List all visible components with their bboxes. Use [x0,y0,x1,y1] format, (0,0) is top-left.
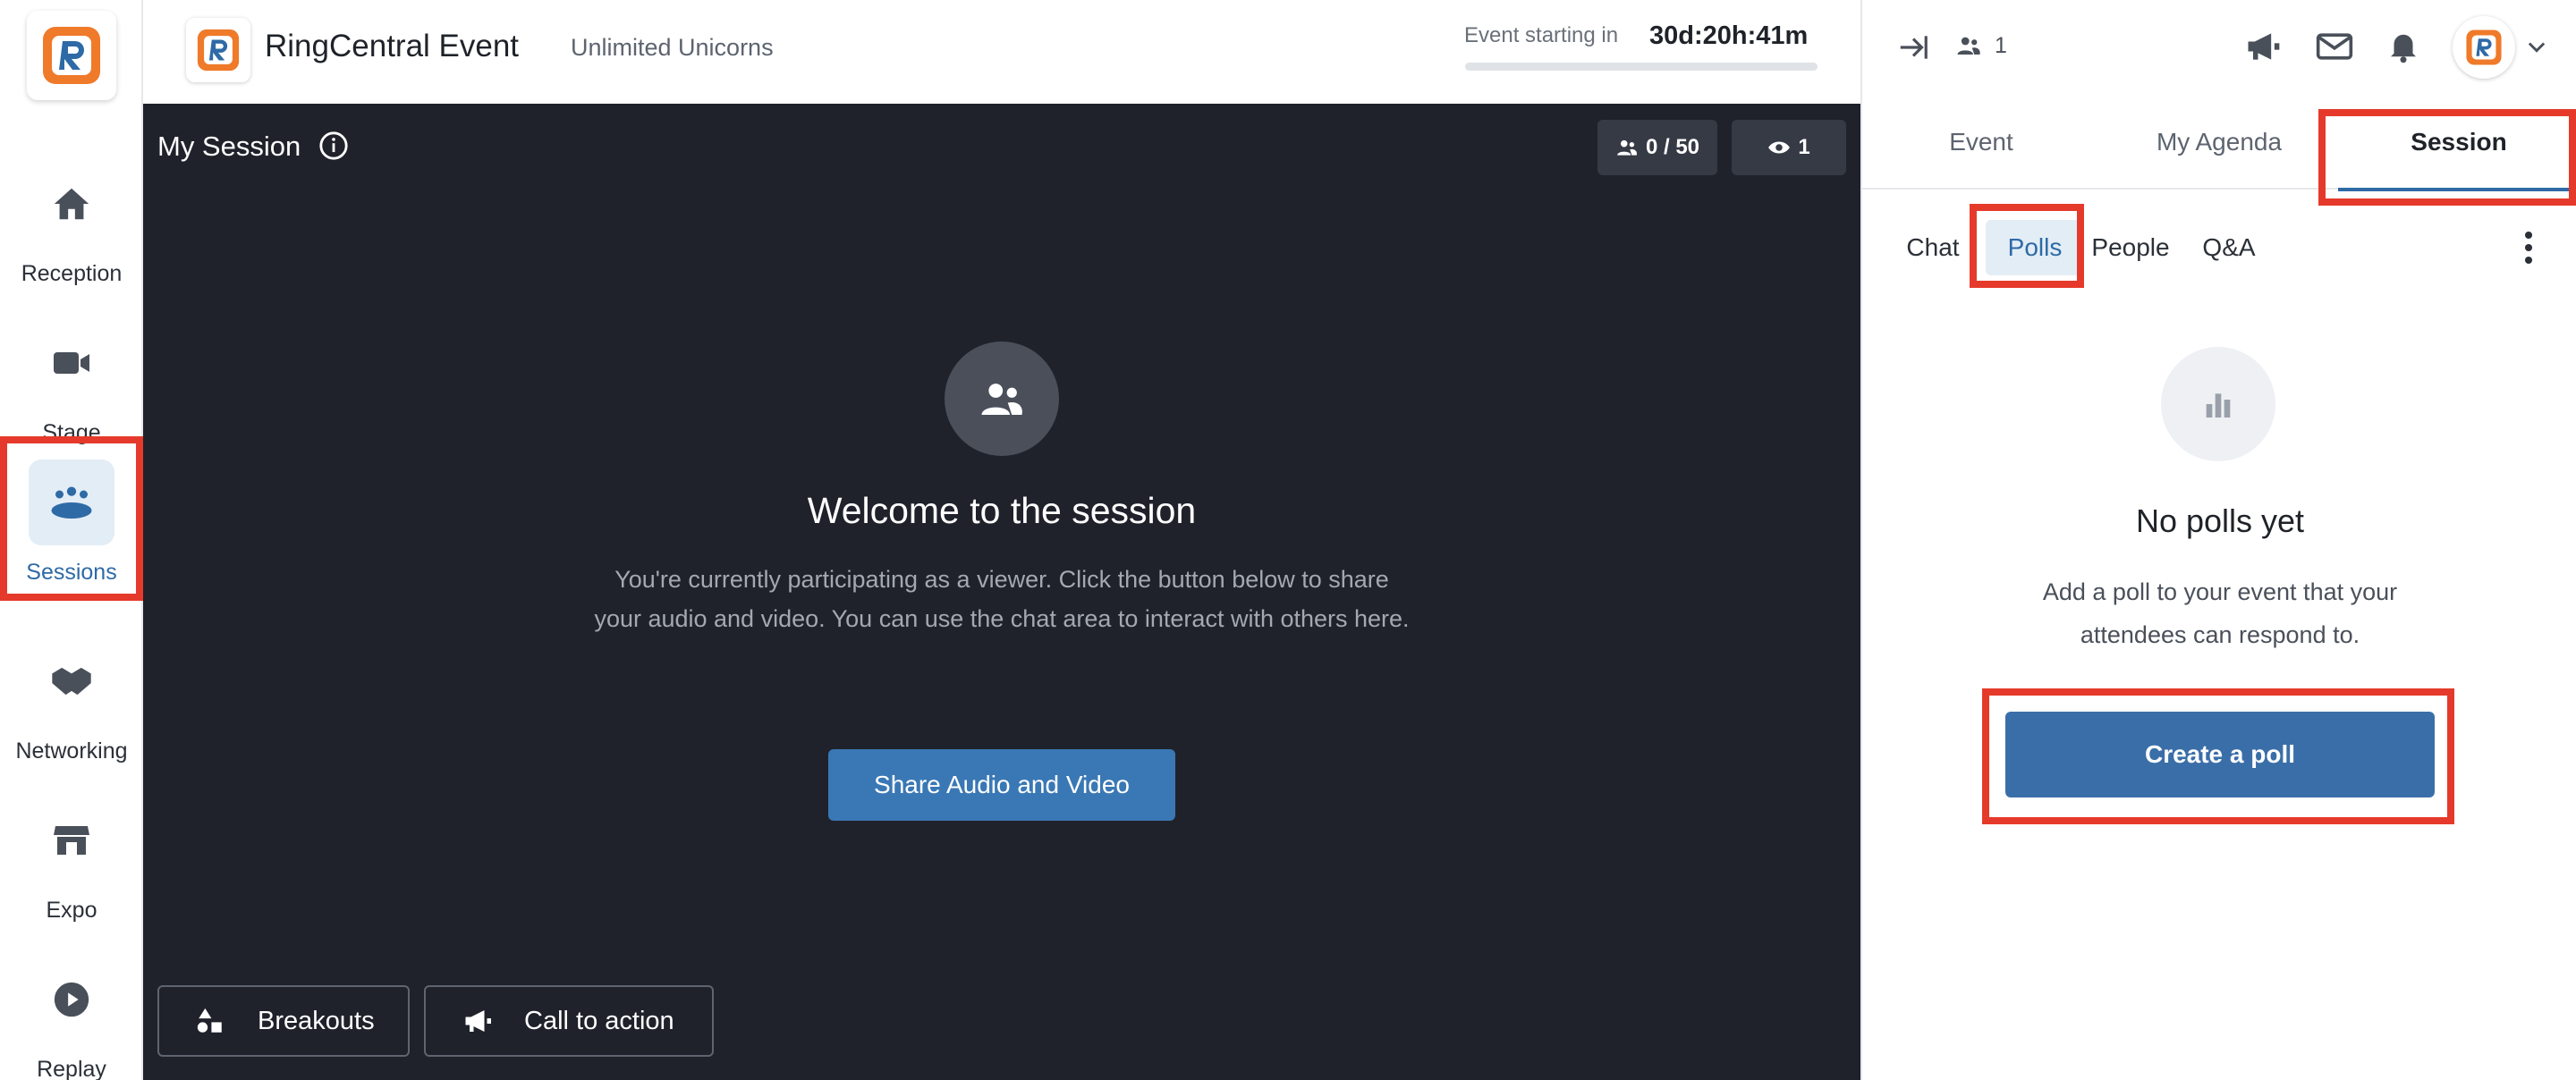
subtab-people[interactable]: People [2086,220,2175,275]
attendee-count-badge[interactable]: 0 / 50 [1597,120,1717,175]
sidebar-item-label: Stage [42,420,101,445]
storefront-icon [29,797,114,883]
tab-event[interactable]: Event [1862,95,2100,190]
megaphone-icon [465,1010,491,1032]
panel-header: 1 [1862,0,2576,95]
user-avatar[interactable] [2453,16,2515,79]
handshake-icon [29,638,114,724]
welcome-title: Welcome to the session [807,490,1197,531]
tab-session-label: Session [2411,128,2507,156]
sidebar-item-label: Reception [21,261,123,286]
play-circle-icon [29,957,114,1042]
megaphone-icon[interactable] [2243,27,2283,71]
shapes-icon [197,1008,222,1033]
sidebar-item-networking[interactable]: Networking [0,626,143,769]
right-panel: 1 Event My Agenda Session Chat Polls Peo… [1860,0,2576,1080]
session-stage: My Session 0 / 50 1 Welcome to the sessi… [143,104,1860,1080]
sidebar-item-sessions[interactable]: Sessions [0,447,143,590]
organization-name: Unlimited Unicorns [571,34,774,61]
sidebar-item-label: Replay [37,1057,106,1080]
sidebar-item-label: Expo [46,898,97,923]
top-header: RingCentral Event Unlimited Unicorns Eve… [143,0,1860,104]
attendee-count: 0 / 50 [1645,135,1700,159]
countdown-label: Event starting in [1464,23,1619,47]
call-to-action-button[interactable]: Call to action [424,985,714,1057]
viewer-count: 1 [1798,135,1810,159]
breakouts-label: Breakouts [258,1006,375,1035]
home-icon [29,161,114,247]
welcome-description: You're currently participating as a view… [594,566,1410,632]
session-group-avatar [945,342,1059,456]
panel-tabs: Event My Agenda Session [1862,95,2576,191]
online-users-indicator[interactable]: 1 [1955,32,2007,59]
video-camera-icon [29,320,114,406]
mail-icon[interactable] [2315,27,2354,71]
empty-state-description: Add a poll to your event that your atten… [2042,578,2398,648]
tab-session[interactable]: Session [2338,95,2576,191]
viewer-count-badge[interactable]: 1 [1732,120,1846,175]
countdown-progress-bar [1465,63,1818,71]
more-options-icon[interactable] [2515,229,2542,271]
create-poll-button[interactable]: Create a poll [2005,712,2435,797]
left-navigation: Reception Stage Sessions Networking Expo [0,0,143,1080]
countdown-value: 30d:20h:41m [1649,21,1809,50]
sidebar-item-stage[interactable]: Stage [0,308,143,451]
sessions-group-icon [29,460,114,545]
share-audio-video-button[interactable]: Share Audio and Video [828,749,1175,821]
subtab-polls[interactable]: Polls [1986,220,2084,275]
event-logo[interactable] [186,18,250,82]
session-title: My Session [157,131,301,162]
people-icon [1617,139,1637,156]
chevron-down-icon[interactable] [2524,34,2549,63]
app-logo[interactable] [27,11,116,100]
sidebar-item-label: Networking [15,738,128,764]
poll-chart-icon [2161,347,2275,461]
ringcentral-logo-icon [2466,30,2502,65]
subtab-qa[interactable]: Q&A [2193,220,2265,275]
eye-icon [1768,141,1791,154]
sidebar-item-label: Sessions [26,560,117,585]
sidebar-item-replay[interactable]: Replay [0,944,143,1080]
tab-my-agenda[interactable]: My Agenda [2100,95,2338,190]
ringcentral-logo-icon [197,29,240,72]
sidebar-item-reception[interactable]: Reception [0,148,143,291]
bell-icon[interactable] [2385,27,2422,69]
call-to-action-label: Call to action [524,1006,674,1035]
ringcentral-logo-icon [43,27,100,84]
people-icon [981,384,1022,415]
online-user-count: 1 [1995,32,2007,58]
sidebar-item-expo[interactable]: Expo [0,785,143,928]
empty-state-title: No polls yet [2135,502,2305,539]
subtab-chat[interactable]: Chat [1900,220,1966,275]
breakouts-button[interactable]: Breakouts [157,985,410,1057]
collapse-panel-icon[interactable] [1896,30,1930,69]
brand-name: RingCentral Event [265,29,520,63]
active-tab-indicator [2338,188,2576,191]
info-icon[interactable] [318,131,349,165]
people-icon [1957,37,1980,55]
